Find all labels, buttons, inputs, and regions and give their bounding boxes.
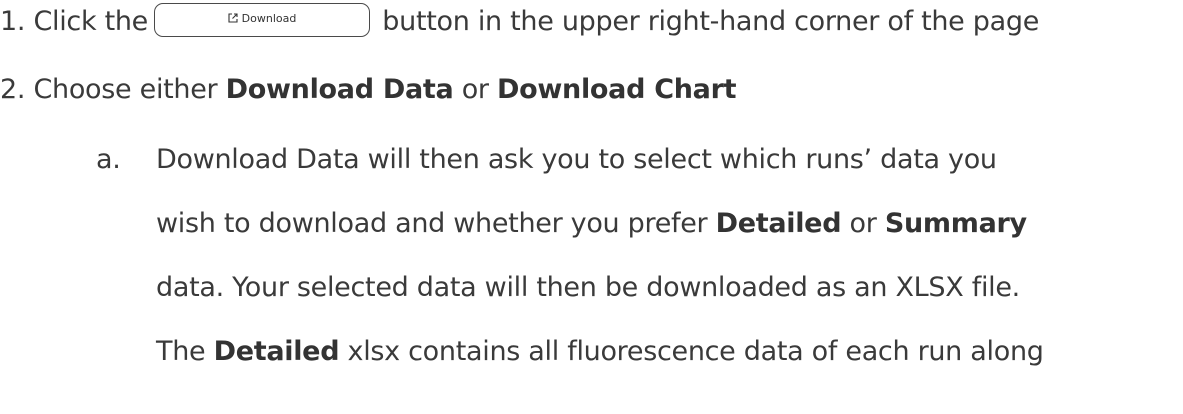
term-summary: Summary <box>884 208 1027 239</box>
step-2-text-mid: or <box>461 74 489 105</box>
substep-a-line-3: data. Your selected data will then be do… <box>156 268 1020 308</box>
substep-a-line-4-before: The <box>156 336 206 367</box>
instruction-document: 1. Click the Download button in the upper… <box>0 0 1183 414</box>
substep-a-line-1: Download Data will then ask you to selec… <box>156 140 997 180</box>
substep-a-letter-text: a. <box>96 144 121 175</box>
download-button-illustration: Download <box>154 2 370 37</box>
substep-a-line-4: The Detailed xlsx contains all fluoresce… <box>156 332 1044 372</box>
substep-a-line-2-mid: or <box>849 208 877 239</box>
term-detailed: Detailed <box>715 208 842 239</box>
term-detailed-2: Detailed <box>213 336 340 367</box>
substep-a-line-4-after: xlsx contains all fluorescence data of e… <box>347 336 1044 367</box>
substep-a-line-3-text: data. Your selected data will then be do… <box>156 272 1020 303</box>
external-link-icon <box>228 12 238 23</box>
option-download-data: Download Data <box>225 74 454 105</box>
substep-a-line-2-before: wish to download and whether you prefer <box>156 208 708 239</box>
option-download-chart: Download Chart <box>497 74 737 105</box>
step-1-text-before: Click the <box>33 6 148 37</box>
substep-a-line-1-text: Download Data will then ask you to selec… <box>156 144 997 175</box>
substep-a-letter: a. <box>96 140 121 180</box>
step-2-text-before: Choose either <box>33 74 218 105</box>
step-1: 1. Click the Download button in the upper… <box>0 2 1039 42</box>
step-2: 2. Choose either Download Data or Downlo… <box>0 70 736 110</box>
step-1-text-after: button in the upper right-hand corner of… <box>382 6 1040 37</box>
step-1-number: 1. <box>0 6 26 37</box>
substep-a-line-2: wish to download and whether you prefer … <box>156 204 1027 244</box>
download-button-label: Download <box>241 11 297 25</box>
step-2-number: 2. <box>0 74 26 105</box>
